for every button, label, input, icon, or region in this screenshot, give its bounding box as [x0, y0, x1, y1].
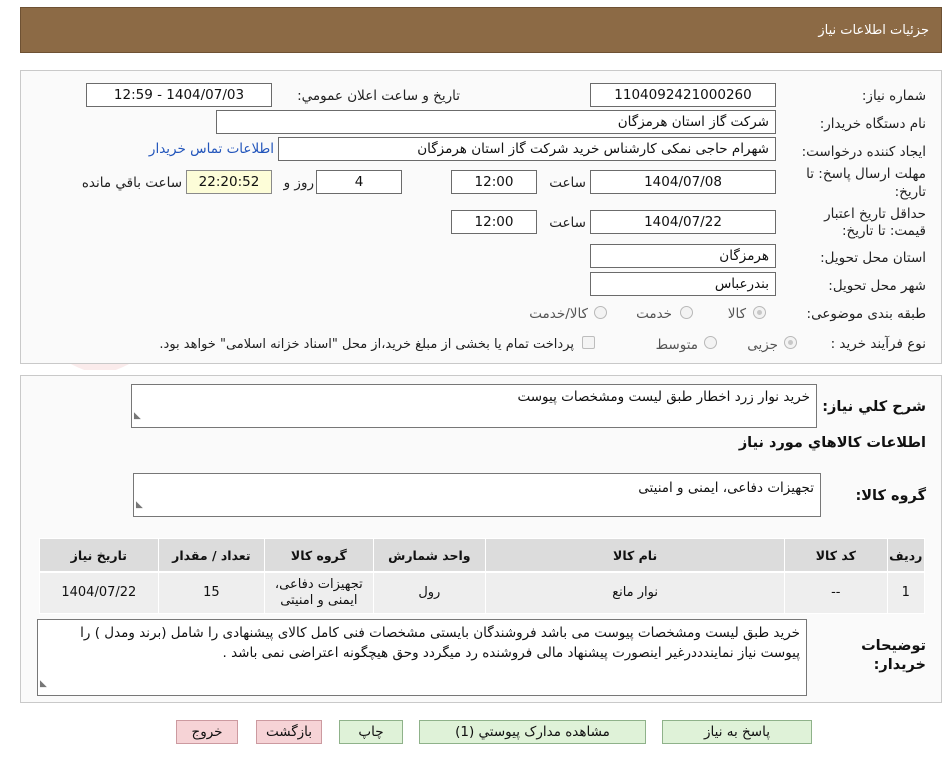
goods-group-text: تجهیزات دفاعی، ایمنی و امنیتی [638, 480, 814, 496]
treasury-payment-note: پرداخت تمام یا بخشی از مبلغ خرید،از محل … [159, 337, 574, 352]
process-option-minor: جزیی [747, 337, 778, 353]
buyer-org-field: شرکت گاز استان هرمزگان [216, 110, 776, 134]
back-button[interactable]: بازگشت [256, 720, 322, 744]
process-radio-medium[interactable] [704, 336, 717, 349]
buyer-org-label: نام دستگاه خريدار: [819, 116, 926, 132]
days-remaining-field: 4 [316, 170, 402, 194]
col-item-code: کد کالا [784, 538, 888, 573]
province-label: استان محل تحویل: [820, 250, 926, 266]
cell-item-group: تجهیزات دفاعی، ایمنی و امنیتی [264, 571, 374, 614]
buyer-notes-label: توضیحات [861, 638, 926, 654]
need-number-label: شماره نیاز: [861, 88, 926, 104]
description-text: خرید نوار زرد اخطار طبق لیست ومشخصات پیو… [517, 389, 810, 405]
cell-quantity: 15 [157, 571, 266, 614]
city-field: بندرعباس [590, 272, 776, 296]
treasury-payment-checkbox[interactable] [582, 336, 595, 349]
respond-button[interactable]: پاسخ به نياز [662, 720, 812, 744]
announce-label: تاریخ و ساعت اعلان عمومي: [297, 88, 460, 104]
resize-grip-icon[interactable]: ◢ [134, 406, 141, 426]
items-table: رديف کد کالا نام کالا واحد شمارش گروه کا… [39, 538, 925, 614]
process-label: نوع فرآیند خرید : [830, 336, 926, 352]
page-title: جزئیات اطلاعات نیاز [818, 23, 929, 38]
deadline-label: مهلت ارسال پاسخ: تا [806, 166, 926, 182]
buyer-notes-field: خرید طبق لیست ومشخصات پیوست می باشد فروش… [37, 619, 807, 696]
validity-date-field: 1404/07/22 [590, 210, 776, 234]
need-number-field: 1104092421000260 [590, 83, 776, 107]
remaining-time-field: 22:20:52 [186, 170, 272, 194]
exit-button[interactable]: خروج [176, 720, 238, 744]
deadline-time-label: ساعت [549, 175, 586, 191]
remaining-label: ساعت باقي مانده [81, 175, 182, 191]
col-item-group: گروه کالا [264, 538, 374, 573]
col-row-number: رديف [886, 538, 925, 573]
resize-grip-icon[interactable]: ◢ [40, 674, 47, 694]
cell-item-code: -- [784, 571, 888, 614]
buyer-notes-text: خرید طبق لیست ومشخصات پیوست می باشد فروش… [80, 625, 800, 661]
validity-time-field: 12:00 [451, 210, 537, 234]
col-unit: واحد شمارش [372, 538, 487, 573]
table-row: 1 -- نوار مانع رول تجهیزات دفاعی، ایمنی … [39, 571, 925, 614]
description-field: خرید نوار زرد اخطار طبق لیست ومشخصات پیو… [131, 384, 817, 428]
days-label: روز و [283, 175, 314, 191]
requester-label: ايجاد کننده درخواست: [801, 144, 926, 160]
category-option-service: خدمت [636, 306, 672, 322]
cell-item-name: نوار مانع [485, 571, 786, 614]
process-radio-minor[interactable] [784, 336, 797, 349]
cell-unit: رول [372, 571, 487, 614]
process-option-medium: متوسط [655, 337, 698, 353]
buyer-contact-link[interactable]: اطلاعات تماس خریدار [140, 141, 274, 157]
description-label: شرح کلي نياز: [822, 399, 926, 415]
goods-group-label: گروه کالا: [855, 488, 926, 504]
cell-row-number: 1 [886, 571, 925, 614]
category-radio-goods-service[interactable] [594, 306, 607, 319]
deadline-time-field: 12:00 [451, 170, 537, 194]
validity-time-label: ساعت [549, 215, 586, 231]
category-radio-goods[interactable] [753, 306, 766, 319]
cell-need-date: 1404/07/22 [39, 571, 159, 614]
requester-field: شهرام حاجی نمکی کارشناس خرید شرکت گاز اس… [278, 137, 776, 161]
deadline-label-2: تاریخ: [894, 184, 926, 200]
category-label: طبقه بندی موضوعی: [806, 306, 926, 322]
deadline-date-field: 1404/07/08 [590, 170, 776, 194]
category-option-goods-service: کالا/خدمت [529, 306, 588, 322]
table-header-row: رديف کد کالا نام کالا واحد شمارش گروه کا… [39, 538, 925, 573]
goods-group-field: تجهیزات دفاعی، ایمنی و امنیتی ◢ [133, 473, 821, 517]
goods-section-title: اطلاعات کالاهاي مورد نياز [738, 435, 926, 451]
validity-label-2: قیمت: تا تاریخ: [842, 223, 926, 239]
col-item-name: نام کالا [485, 538, 786, 573]
category-option-goods: کالا [727, 306, 746, 322]
page-header: جزئیات اطلاعات نیاز [20, 7, 942, 53]
city-label: شهر محل تحویل: [828, 278, 926, 294]
province-field: هرمزگان [590, 244, 776, 268]
buyer-notes-label-2: خریدار: [873, 657, 926, 673]
validity-label: حداقل تاریخ اعتبار [824, 206, 926, 222]
announce-datetime-field: 1404/07/03 - 12:59 [86, 83, 272, 107]
resize-grip-icon[interactable]: ◢ [136, 495, 143, 515]
col-quantity: تعداد / مقدار [157, 538, 266, 573]
col-need-date: تاريخ نياز [39, 538, 159, 573]
print-button[interactable]: چاپ [339, 720, 403, 744]
category-radio-service[interactable] [680, 306, 693, 319]
view-attachments-button[interactable]: مشاهده مدارک پيوستي (1) [419, 720, 646, 744]
